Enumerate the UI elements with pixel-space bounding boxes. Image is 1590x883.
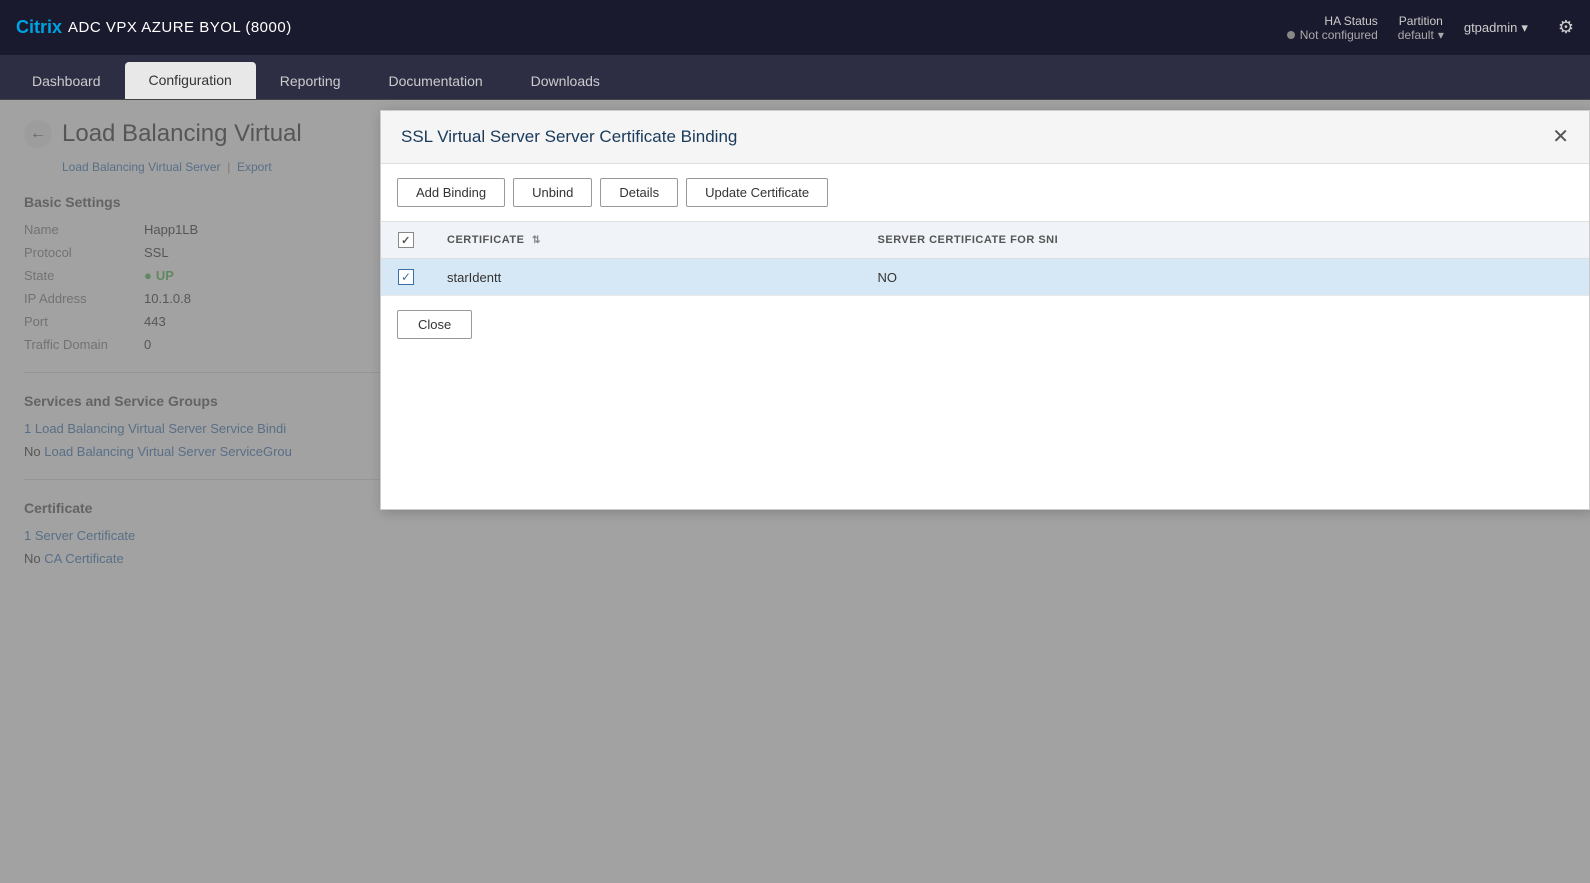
modal-close-button[interactable]: ✕ [1552,127,1569,147]
tab-dashboard[interactable]: Dashboard [8,63,125,99]
header-right-section: HA Status Not configured Partition defau… [1287,14,1574,42]
ha-status-dot [1287,31,1295,39]
user-chevron-icon: ▾ [1521,20,1528,36]
row-checkbox-cell[interactable]: ✓ [381,259,431,296]
partition-chevron-icon: ▾ [1438,28,1444,42]
tab-documentation[interactable]: Documentation [364,63,506,99]
citrix-label: Citrix [16,17,62,38]
settings-gear-icon[interactable]: ⚙ [1558,17,1574,38]
table-header-certificate[interactable]: CERTIFICATE ⇅ [431,222,862,259]
ha-status-text: Not configured [1300,28,1378,42]
add-binding-button[interactable]: Add Binding [397,178,505,207]
row-sni-value: NO [862,259,1589,296]
partition-text: default [1398,28,1434,42]
page-background: ← Load Balancing Virtual Load Balancing … [0,100,1590,883]
tab-downloads[interactable]: Downloads [507,63,624,99]
partition-label: Partition [1399,14,1443,28]
sort-certificate-icon: ⇅ [532,235,541,246]
modal-footer: Close [381,296,1589,353]
ha-status-section: HA Status Not configured [1287,14,1378,42]
update-certificate-button[interactable]: Update Certificate [686,178,828,207]
close-button[interactable]: Close [397,310,472,339]
nav-tabs-bar: Dashboard Configuration Reporting Docume… [0,55,1590,100]
row-certificate-value: starIdentt [431,259,862,296]
partition-section[interactable]: Partition default ▾ [1398,14,1444,42]
ha-status-value: Not configured [1287,28,1378,42]
table-header-checkbox: ✓ [381,222,431,259]
table-header-row: ✓ CERTIFICATE ⇅ SERVER CERTIFICATE FOR S… [381,222,1589,259]
partition-value: default ▾ [1398,28,1444,42]
details-button[interactable]: Details [600,178,678,207]
ha-status-label: HA Status [1324,14,1377,28]
row-checkbox[interactable]: ✓ [398,269,414,285]
table-row[interactable]: ✓ starIdentt NO [381,259,1589,296]
modal-toolbar: Add Binding Unbind Details Update Certif… [381,164,1589,222]
ssl-certificate-binding-modal: SSL Virtual Server Server Certificate Bi… [380,110,1590,510]
modal-header: SSL Virtual Server Server Certificate Bi… [381,111,1589,164]
certificate-binding-table: ✓ CERTIFICATE ⇅ SERVER CERTIFICATE FOR S… [381,222,1589,296]
app-header: Citrix ADC VPX AZURE BYOL (8000) HA Stat… [0,0,1590,55]
tab-reporting[interactable]: Reporting [256,63,365,99]
tab-configuration[interactable]: Configuration [125,62,256,99]
brand-logo: Citrix ADC VPX AZURE BYOL (8000) [16,17,292,38]
table-header-sni: SERVER CERTIFICATE FOR SNI [862,222,1589,259]
username-text: gtpadmin [1464,20,1517,35]
unbind-button[interactable]: Unbind [513,178,592,207]
header-checkbox[interactable]: ✓ [398,232,414,248]
user-menu[interactable]: gtpadmin ▾ [1464,20,1528,36]
app-title: ADC VPX AZURE BYOL (8000) [68,19,292,36]
modal-title: SSL Virtual Server Server Certificate Bi… [401,127,737,147]
